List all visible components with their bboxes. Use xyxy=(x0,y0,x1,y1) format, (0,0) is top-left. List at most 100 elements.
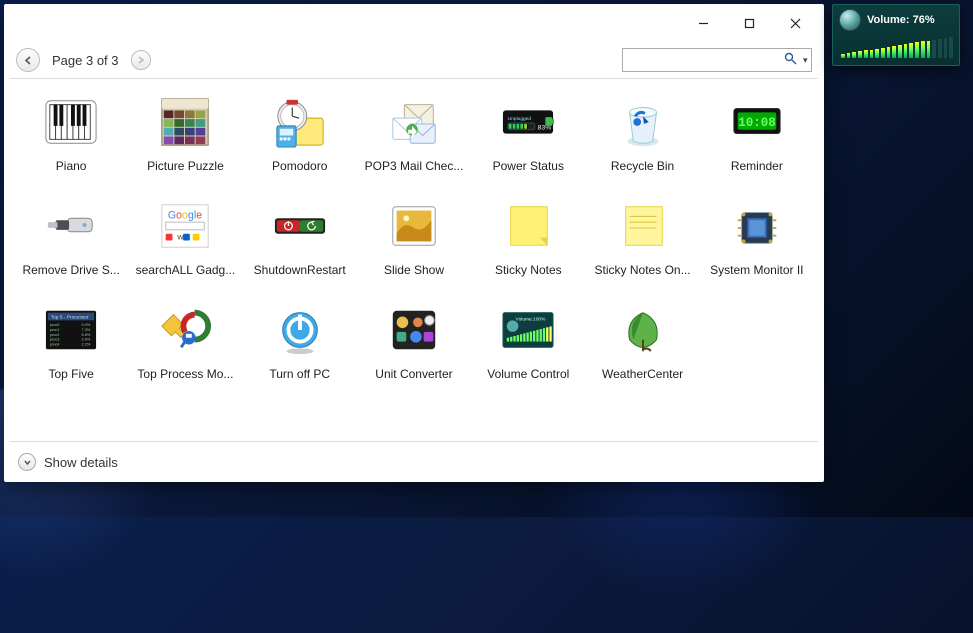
gadget-label: Remove Drive S... xyxy=(22,263,119,277)
slide-show-icon xyxy=(382,197,446,255)
volume-dial-icon[interactable] xyxy=(839,9,861,31)
svg-text:10:08: 10:08 xyxy=(738,116,776,130)
gadget-item-pomodoro[interactable]: Pomodoro xyxy=(243,93,357,193)
titlebar xyxy=(4,4,824,42)
volume-bar xyxy=(909,43,913,58)
svg-text:proc4: proc4 xyxy=(50,342,60,346)
piano-icon xyxy=(39,93,103,151)
gadget-label: Sticky Notes xyxy=(495,263,562,277)
gadget-item-weather-center[interactable]: WeatherCenter xyxy=(585,301,699,401)
minimize-button[interactable] xyxy=(680,8,726,38)
gadget-item-top-five[interactable]: Top 5 - Processorproc09.0%proc17.3%proc2… xyxy=(14,301,128,401)
sticky-notes-icon xyxy=(496,197,560,255)
toolbar: Page 3 of 3 ▾ xyxy=(4,42,824,78)
gadget-item-turn-off-pc[interactable]: Turn off PC xyxy=(243,301,357,401)
show-details-label: Show details xyxy=(44,455,118,470)
volume-bar xyxy=(927,41,931,59)
svg-text:5.6%: 5.6% xyxy=(82,333,91,337)
volume-bar xyxy=(915,42,919,58)
search-icon[interactable] xyxy=(782,52,799,68)
show-details-toggle[interactable] xyxy=(18,453,36,471)
gadget-label: Top Process Mo... xyxy=(137,367,233,381)
page-forward-button[interactable] xyxy=(131,50,151,70)
volume-bar xyxy=(938,39,942,58)
close-button[interactable] xyxy=(772,8,818,38)
shutdown-restart-icon xyxy=(268,197,332,255)
gadget-label: Unit Converter xyxy=(375,367,452,381)
gadget-item-unit-converter[interactable]: Unit Converter xyxy=(357,301,471,401)
volume-label: Volume: 76% xyxy=(867,14,935,26)
volume-bar xyxy=(932,40,936,58)
top-process-icon xyxy=(153,301,217,359)
svg-text:proc0: proc0 xyxy=(50,323,60,327)
svg-text:proc2: proc2 xyxy=(50,333,60,337)
gadget-label: Pomodoro xyxy=(272,159,327,173)
gadget-label: Slide Show xyxy=(384,263,444,277)
system-monitor-icon xyxy=(725,197,789,255)
gadget-item-remove-drive[interactable]: Remove Drive S... xyxy=(14,197,128,297)
volume-level-bars xyxy=(839,36,953,58)
volume-bar xyxy=(887,47,891,58)
svg-text:7.3%: 7.3% xyxy=(82,328,91,332)
volume-bar xyxy=(852,52,856,58)
svg-text:2.2%: 2.2% xyxy=(82,342,91,346)
gadget-item-slide-show[interactable]: Slide Show xyxy=(357,197,471,297)
gadget-item-shutdown-restart[interactable]: ShutdownRestart xyxy=(243,197,357,297)
volume-bar xyxy=(864,50,868,58)
pop3-mail-icon xyxy=(382,93,446,151)
gadget-label: Top Five xyxy=(48,367,93,381)
gadget-item-top-process[interactable]: Top Process Mo... xyxy=(128,301,242,401)
picture-puzzle-icon xyxy=(153,93,217,151)
maximize-button[interactable] xyxy=(726,8,772,38)
gadget-item-system-monitor[interactable]: System Monitor II xyxy=(700,197,814,297)
svg-text:Top 5 - Processor: Top 5 - Processor xyxy=(51,314,89,320)
volume-bar xyxy=(892,46,896,58)
volume-bar xyxy=(949,37,953,58)
volume-bar xyxy=(944,38,948,58)
svg-text:Unplugged: Unplugged xyxy=(508,116,532,122)
gadget-item-searchall[interactable]: GoogleW searchALL Gadg... xyxy=(128,197,242,297)
sticky-notes-on-icon xyxy=(611,197,675,255)
search-dropdown-caret-icon[interactable]: ▾ xyxy=(799,55,808,66)
gadget-item-picture-puzzle[interactable]: Picture Puzzle xyxy=(128,93,242,193)
gadget-item-recycle-bin[interactable]: Recycle Bin xyxy=(585,93,699,193)
gadget-label: searchALL Gadg... xyxy=(136,263,236,277)
gadget-item-volume-control[interactable]: Volume:100% Volume Control xyxy=(471,301,585,401)
search-box[interactable]: ▾ xyxy=(622,48,812,72)
footer: Show details xyxy=(4,442,824,482)
gadget-item-reminder[interactable]: 10:08 Reminder xyxy=(700,93,814,193)
volume-bar xyxy=(870,50,874,59)
volume-bar xyxy=(858,51,862,58)
svg-text:proc3: proc3 xyxy=(50,338,60,342)
gadget-item-sticky-notes-on[interactable]: Sticky Notes On... xyxy=(585,197,699,297)
volume-bar xyxy=(898,45,902,58)
remove-drive-icon xyxy=(39,197,103,255)
gadget-item-pop3-mail[interactable]: POP3 Mail Chec... xyxy=(357,93,471,193)
volume-bar xyxy=(841,54,845,58)
gadget-label: Picture Puzzle xyxy=(147,159,224,173)
power-status-icon: Unplugged83% xyxy=(496,93,560,151)
gadget-label: ShutdownRestart xyxy=(254,263,346,277)
page-indicator: Page 3 of 3 xyxy=(52,53,119,68)
gadget-label: System Monitor II xyxy=(710,263,803,277)
pomodoro-icon xyxy=(268,93,332,151)
gadget-label: Sticky Notes On... xyxy=(595,263,691,277)
gadget-label: Recycle Bin xyxy=(611,159,674,173)
search-input[interactable] xyxy=(627,53,782,67)
desktop-volume-gadget[interactable]: Volume: 76% xyxy=(832,4,960,66)
gadget-label: WeatherCenter xyxy=(602,367,683,381)
svg-text:9.0%: 9.0% xyxy=(82,323,91,327)
reminder-icon: 10:08 xyxy=(725,93,789,151)
page-back-button[interactable] xyxy=(16,48,40,72)
gadget-label: Power Status xyxy=(493,159,564,173)
gadget-label: Volume Control xyxy=(487,367,569,381)
weather-center-icon xyxy=(611,301,675,359)
volume-control-icon: Volume:100% xyxy=(496,301,560,359)
gadget-item-sticky-notes[interactable]: Sticky Notes xyxy=(471,197,585,297)
top-five-icon: Top 5 - Processorproc09.0%proc17.3%proc2… xyxy=(39,301,103,359)
gadget-item-piano[interactable]: Piano xyxy=(14,93,128,193)
turn-off-pc-icon xyxy=(268,301,332,359)
volume-bar xyxy=(921,41,925,58)
svg-text:Google: Google xyxy=(168,209,202,221)
gadget-item-power-status[interactable]: Unplugged83% Power Status xyxy=(471,93,585,193)
